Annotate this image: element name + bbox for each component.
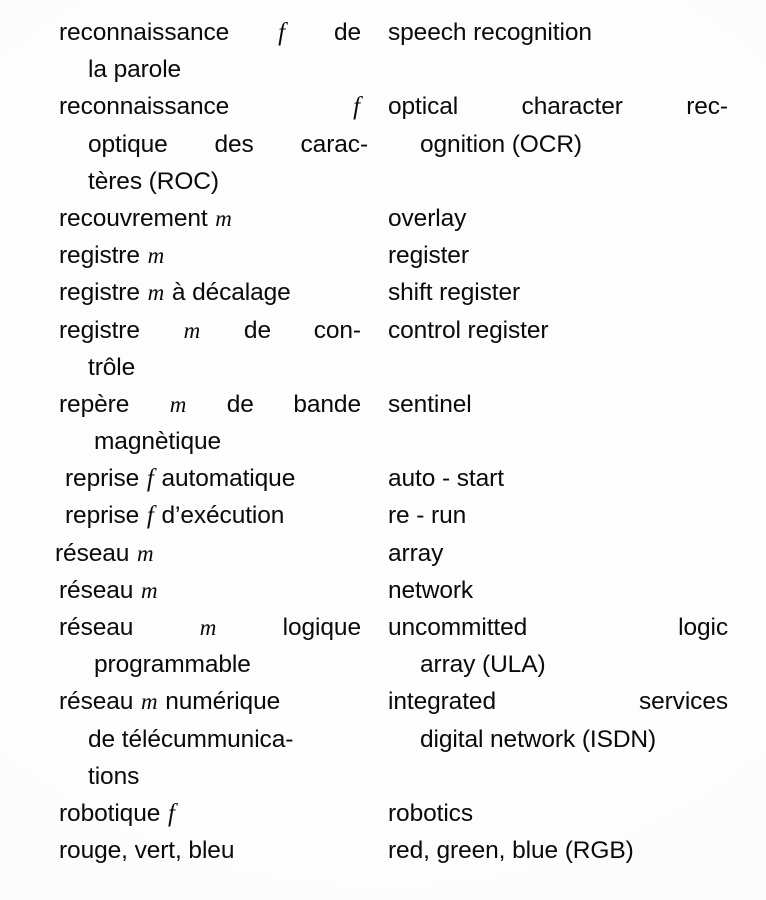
entry-line: magnètique: [0, 423, 766, 460]
gender-marker-f: f: [167, 799, 175, 827]
entry-list: reconnaissance f de speech recognition la …: [0, 14, 766, 869]
english-term-line: network: [388, 576, 474, 604]
entry-line: registre m register: [0, 237, 766, 274]
french-term-line: la parole: [88, 56, 182, 84]
entry-line: registre m à décalage shift register: [0, 274, 766, 311]
english-term-line: robotics: [388, 799, 473, 827]
french-term-line: réseau m: [55, 539, 154, 567]
english-term-line: speech recognition: [388, 19, 592, 46]
gender-marker-m: m: [215, 205, 232, 231]
gender-marker-m: m: [147, 280, 165, 306]
english-term-line: register: [388, 242, 469, 270]
entry-line: registre m de con-control register: [0, 312, 766, 349]
gender-marker-m: m: [147, 243, 165, 269]
gender-marker-m: m: [141, 577, 158, 603]
english-term-line: optical character rec-: [388, 93, 728, 121]
entry-line: optique des carac-ognition (OCR): [0, 126, 766, 163]
entry-line: réseau m array: [0, 535, 766, 572]
english-term-line: array (ULA): [420, 651, 546, 679]
french-term-line: reconnaissance f: [59, 93, 360, 121]
french-term-line: rouge, vert, bleu: [59, 837, 235, 865]
entry-line: rouge, vert, bleu red, green, blue (RGB): [0, 832, 766, 869]
english-term-line: ognition (OCR): [420, 130, 582, 158]
entry-line: réseau m numérique integrated services: [0, 683, 766, 720]
entry-line: robotique f robotics: [0, 795, 766, 832]
french-term-line: magnètique: [94, 428, 222, 456]
english-term-line: integrated services: [388, 688, 728, 716]
gender-marker-m: m: [137, 540, 154, 566]
french-term-line: tères (ROC): [88, 167, 219, 195]
gender-marker-m: m: [199, 615, 217, 640]
french-term-line: registre m de con-: [59, 316, 361, 344]
gender-marker-f: f: [146, 502, 154, 530]
gender-marker-f: f: [278, 19, 286, 46]
entry-line: reconnaissance f de speech recognition: [0, 14, 766, 51]
french-term-line: reprise f automatique: [65, 465, 296, 493]
entry-line: tions: [0, 758, 766, 795]
french-term-line: recouvrement m: [59, 204, 232, 232]
french-term-line: tions: [88, 762, 140, 790]
english-term-line: digital network (ISDN): [420, 725, 657, 753]
entry-line: reprise f automatique auto - start: [0, 460, 766, 497]
entry-line: reconnaissance f optical character rec-: [0, 88, 766, 125]
french-term-line: reprise f d’exécution: [65, 502, 285, 530]
french-term-line: programmable: [94, 651, 251, 679]
french-term-line: robotique f: [59, 799, 175, 827]
entry-line: de télécummunica-digital network (ISDN): [0, 721, 766, 758]
entry-line: réseau m logique uncommitted logic: [0, 609, 766, 646]
french-term-line: réseau m numérique: [59, 688, 281, 716]
entry-line: trôle: [0, 349, 766, 386]
gender-marker-f: f: [146, 465, 154, 493]
english-term-line: sentinel: [388, 390, 472, 418]
entry-line: reprise f d’exécution re - run: [0, 497, 766, 534]
entry-line: repère m de bande sentinel: [0, 386, 766, 423]
entry-line: la parole: [0, 51, 766, 88]
french-term-line: trôle: [88, 353, 136, 381]
entry-line: réseau m network: [0, 572, 766, 609]
gender-marker-m: m: [183, 317, 201, 343]
english-term-line: red, green, blue (RGB): [388, 837, 634, 865]
gender-marker-m: m: [169, 391, 187, 417]
dictionary-page: reconnaissance f de speech recognition la …: [0, 0, 766, 900]
entry-line: programmable array (ULA): [0, 646, 766, 683]
english-term-line: control register: [388, 316, 549, 344]
french-term-line: registre m à décalage: [59, 279, 291, 307]
english-term-line: re - run: [388, 502, 467, 530]
french-term-line: registre m: [59, 242, 165, 270]
english-term-line: shift register: [388, 279, 521, 307]
french-term-line: de télécummunica-: [88, 725, 294, 753]
gender-marker-f: f: [353, 93, 360, 121]
entry-line: recouvrement m overlay: [0, 200, 766, 237]
french-term-line: réseau m logique: [59, 614, 361, 641]
english-term-line: overlay: [388, 204, 467, 232]
english-term-line: uncommitted logic: [388, 614, 728, 641]
gender-marker-m: m: [141, 689, 158, 715]
french-term-line: repère m de bande: [59, 390, 361, 418]
french-term-line: optique des carac-: [88, 130, 368, 158]
entry-line: tères (ROC): [0, 163, 766, 200]
french-term-line: réseau m: [59, 576, 158, 604]
english-term-line: array: [388, 539, 444, 567]
french-term-line: reconnaissance f de: [59, 19, 362, 46]
english-term-line: auto - start: [388, 465, 504, 493]
